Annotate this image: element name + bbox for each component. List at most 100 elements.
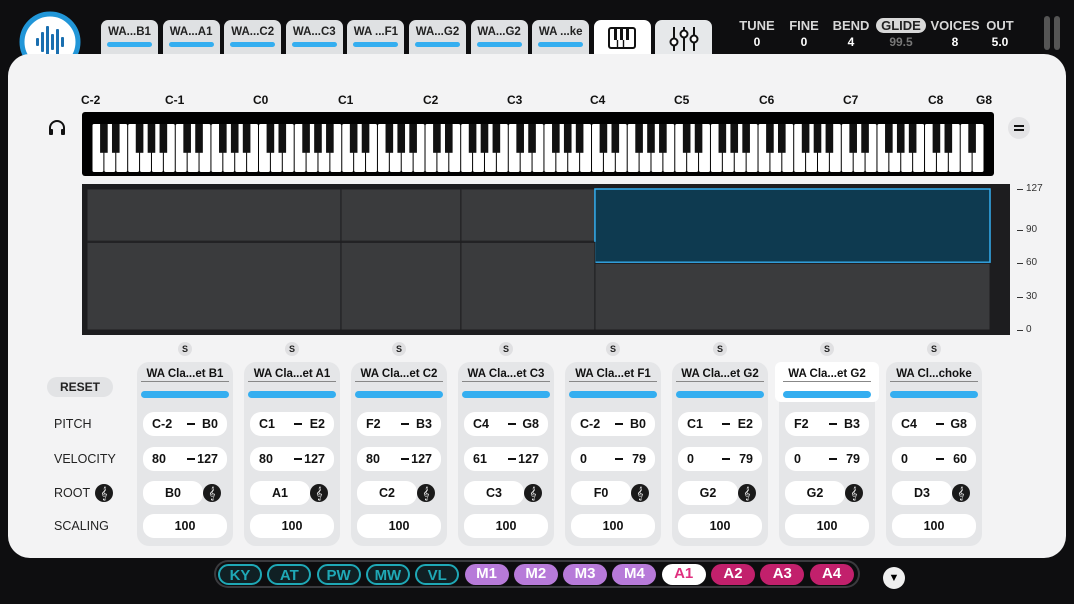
black-key[interactable] <box>444 124 453 153</box>
pitch-low[interactable]: C1 <box>259 417 275 431</box>
headphones-icon[interactable] <box>47 118 67 138</box>
solo-button[interactable]: S <box>499 342 513 356</box>
zone-rect[interactable] <box>86 241 342 331</box>
black-key[interactable] <box>730 124 739 153</box>
velocity-range[interactable]: 61 127 <box>464 447 548 471</box>
black-key[interactable] <box>861 124 869 153</box>
scaling-number[interactable]: 100 <box>678 519 762 533</box>
velocity-high[interactable]: 127 <box>411 452 432 466</box>
pitch-high[interactable]: B3 <box>844 417 860 431</box>
scaling-number[interactable]: 100 <box>571 519 655 533</box>
zone-map[interactable] <box>82 184 1010 335</box>
black-key[interactable] <box>563 124 572 153</box>
pitch-range[interactable]: C4 G8 <box>464 412 548 436</box>
velocity-low[interactable]: 0 <box>687 452 694 466</box>
root-value[interactable]: C3 <box>464 486 524 500</box>
black-key[interactable] <box>361 124 370 153</box>
black-key[interactable] <box>111 124 120 153</box>
root-detect-icon[interactable]: 𝄞 <box>631 484 649 502</box>
chevron-down-icon[interactable]: ▼ <box>883 567 905 589</box>
velocity-high[interactable]: 60 <box>953 452 967 466</box>
mod-button-m3[interactable]: M3 <box>563 564 608 585</box>
velocity-low[interactable]: 0 <box>580 452 587 466</box>
tab-sample-4[interactable]: WA...C3 <box>285 20 343 56</box>
root-detect-icon[interactable]: 𝄞 <box>845 484 863 502</box>
tab-keyboard[interactable] <box>594 20 651 56</box>
velocity-range[interactable]: 0 79 <box>678 447 762 471</box>
pitch-range[interactable]: C1 E2 <box>678 412 762 436</box>
pitch-range[interactable]: C-2 B0 <box>571 412 655 436</box>
pitch-high[interactable]: B3 <box>416 417 432 431</box>
black-key[interactable] <box>480 124 489 153</box>
tab-sample-2[interactable]: WA...A1 <box>162 20 220 56</box>
black-key[interactable] <box>742 124 750 153</box>
mod-button-ky[interactable]: KY <box>218 564 262 585</box>
velocity-high[interactable]: 127 <box>197 452 218 466</box>
black-key[interactable] <box>195 124 203 153</box>
root-value[interactable]: G2 <box>785 486 845 500</box>
scaling-number[interactable]: 100 <box>464 519 548 533</box>
black-key[interactable] <box>611 124 620 153</box>
pitch-high[interactable]: E2 <box>310 417 325 431</box>
velocity-high[interactable]: 79 <box>739 452 753 466</box>
scaling-value[interactable]: 100 <box>250 514 334 538</box>
zone-column[interactable]: WA Cla...et F1 C-2 B0 0 79 F0 𝄞 100 <box>565 362 661 546</box>
velocity-low[interactable]: 80 <box>152 452 166 466</box>
black-key[interactable] <box>409 124 417 153</box>
velocity-range[interactable]: 80 127 <box>357 447 441 471</box>
root-value[interactable]: G2 <box>678 486 738 500</box>
zone-name-header[interactable]: WA Cla...et G2 <box>775 362 879 402</box>
velocity-high[interactable]: 79 <box>632 452 646 466</box>
root-detect-icon[interactable]: 𝄞 <box>524 484 542 502</box>
black-key[interactable] <box>647 124 655 153</box>
zone-rect[interactable] <box>594 262 991 331</box>
velocity-range[interactable]: 80 127 <box>143 447 227 471</box>
velocity-range[interactable]: 0 79 <box>571 447 655 471</box>
pitch-range[interactable]: F2 B3 <box>357 412 441 436</box>
mod-button-a3[interactable]: A3 <box>760 564 805 585</box>
mod-button-m4[interactable]: M4 <box>612 564 657 585</box>
scaling-value[interactable]: 100 <box>357 514 441 538</box>
zone-name-header[interactable]: WA Cla...et C2 <box>347 362 451 402</box>
pitch-range[interactable]: C1 E2 <box>250 412 334 436</box>
black-key[interactable] <box>492 124 501 153</box>
solo-button[interactable]: S <box>927 342 941 356</box>
root-detect-icon[interactable]: 𝄞 <box>203 484 221 502</box>
root-value[interactable]: B0 <box>143 486 203 500</box>
black-key[interactable] <box>778 124 786 153</box>
scaling-number[interactable]: 100 <box>892 519 976 533</box>
root-value[interactable]: D3 <box>892 486 952 500</box>
velocity-range[interactable]: 0 60 <box>892 447 976 471</box>
zone-name-header[interactable]: WA Cla...et A1 <box>240 362 344 402</box>
black-key[interactable] <box>302 124 310 153</box>
black-key[interactable] <box>278 124 287 153</box>
root-note[interactable]: G2 <box>785 481 845 505</box>
root-note[interactable]: B0 <box>143 481 203 505</box>
tab-sample-5[interactable]: WA ...F1 <box>347 20 405 56</box>
scaling-value[interactable]: 100 <box>678 514 762 538</box>
black-key[interactable] <box>135 124 144 153</box>
pitch-low[interactable]: F2 <box>366 417 381 431</box>
black-key[interactable] <box>908 124 917 153</box>
tab-sample-1[interactable]: WA...B1 <box>101 20 158 56</box>
black-key[interactable] <box>694 124 703 153</box>
scaling-value[interactable]: 100 <box>785 514 869 538</box>
velocity-high[interactable]: 127 <box>518 452 539 466</box>
pitch-range[interactable]: C4 G8 <box>892 412 976 436</box>
zone-rect[interactable] <box>340 241 462 331</box>
solo-button[interactable]: S <box>606 342 620 356</box>
param-out[interactable]: OUT 5.0 <box>970 18 1030 49</box>
solo-button[interactable]: S <box>713 342 727 356</box>
root-note[interactable]: A1 <box>250 481 310 505</box>
root-detect-icon[interactable]: 𝄞 <box>952 484 970 502</box>
black-key[interactable] <box>314 124 322 153</box>
black-key[interactable] <box>528 124 536 153</box>
pitch-high[interactable]: G8 <box>522 417 539 431</box>
mod-button-m2[interactable]: M2 <box>513 564 558 585</box>
reset-button[interactable]: RESET <box>47 377 113 397</box>
mod-button-pw[interactable]: PW <box>316 564 361 585</box>
black-key[interactable] <box>147 124 156 153</box>
zone-name-header[interactable]: WA Cla...et F1 <box>561 362 665 402</box>
black-key[interactable] <box>896 124 905 153</box>
root-note[interactable]: C2 <box>357 481 417 505</box>
